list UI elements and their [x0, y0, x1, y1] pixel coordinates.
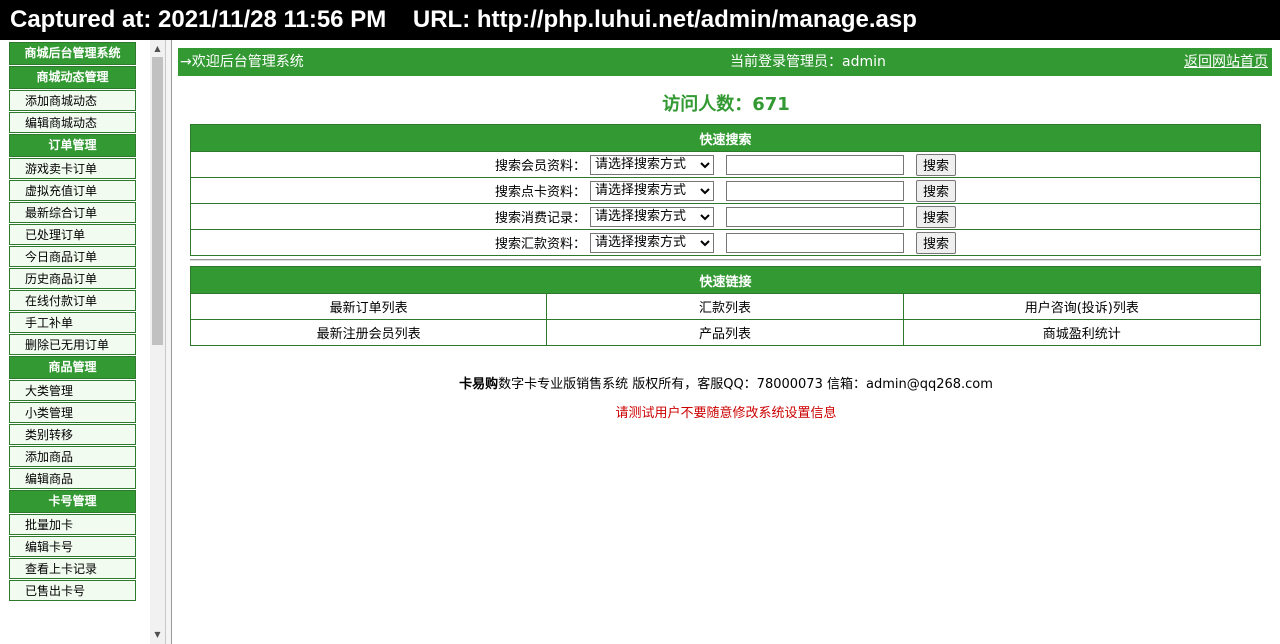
link-profit-stats[interactable]: 商城盈利统计: [902, 319, 1262, 346]
search-remittance-input[interactable]: [726, 232, 904, 253]
sidebar-item-game-card-orders[interactable]: 游戏卖卡订单: [9, 158, 136, 179]
sidebar-item-manual-order[interactable]: 手工补单: [9, 312, 136, 333]
link-product-list[interactable]: 产品列表: [546, 319, 904, 346]
sidebar-item-edit-cards[interactable]: 编辑卡号: [9, 536, 136, 557]
search-consumption-method-select[interactable]: 请选择搜索方式: [590, 206, 714, 227]
sidebar-scrollbar[interactable]: ▲ ▼: [150, 40, 165, 644]
search-members-input[interactable]: [726, 154, 904, 175]
sidebar-section-orders: 订单管理: [9, 134, 136, 157]
link-latest-orders[interactable]: 最新订单列表: [189, 293, 548, 320]
sidebar-section-cards: 卡号管理: [9, 490, 136, 513]
sidebar-item-delete-unused-orders[interactable]: 删除已无用订单: [9, 334, 136, 355]
footer-text: 数字卡专业版销售系统 版权所有，客服QQ：78000073 信箱：admin@q…: [498, 377, 993, 392]
scroll-down-icon[interactable]: ▼: [150, 628, 165, 642]
search-members-method-select[interactable]: 请选择搜索方式: [590, 154, 714, 175]
sidebar-item-minor-categories[interactable]: 小类管理: [9, 402, 136, 423]
quick-links-table: 快速链接 最新订单列表 汇款列表 用户咨询(投诉)列表 最新注册会员列表 产品列…: [189, 266, 1262, 346]
search-consumption-input[interactable]: [726, 206, 904, 227]
section-divider: [190, 259, 1261, 261]
scroll-thumb[interactable]: [152, 57, 163, 345]
search-cards-button[interactable]: 搜索: [916, 179, 957, 202]
capture-banner: Captured at: 2021/11/28 11:56 PM URL: ht…: [0, 0, 1280, 40]
search-remittance-label: 搜索汇款资料：: [494, 237, 586, 252]
sidebar-title: 商城后台管理系统: [9, 42, 136, 65]
link-new-members[interactable]: 最新注册会员列表: [189, 319, 548, 346]
search-row-cards: 搜索点卡资料： 请选择搜索方式 搜索: [190, 177, 1261, 204]
search-cards-label: 搜索点卡资料：: [494, 185, 586, 200]
sidebar-item-add-product[interactable]: 添加商品: [9, 446, 136, 467]
search-consumption-button[interactable]: 搜索: [916, 205, 957, 228]
sidebar-item-major-categories[interactable]: 大类管理: [9, 380, 136, 401]
sidebar-item-latest-orders[interactable]: 最新综合订单: [9, 202, 136, 223]
visitor-count: 访问人数：671: [662, 94, 790, 115]
sidebar-item-processed-orders[interactable]: 已处理订单: [9, 224, 136, 245]
footer-warning: 请测试用户不要随意修改系统设置信息: [615, 406, 837, 421]
quick-search-table: 快速搜索 搜索会员资料： 请选择搜索方式 搜索 搜索点卡资料： 请选择搜索方式 …: [190, 124, 1261, 256]
sidebar-item-online-payment-orders[interactable]: 在线付款订单: [9, 290, 136, 311]
search-cards-input[interactable]: [726, 180, 904, 201]
sidebar-section-news: 商城动态管理: [9, 66, 136, 89]
search-remittance-method-select[interactable]: 请选择搜索方式: [590, 232, 714, 253]
search-members-label: 搜索会员资料：: [494, 159, 586, 174]
frame-divider[interactable]: [165, 40, 172, 644]
search-members-button[interactable]: 搜索: [916, 153, 957, 176]
search-cards-method-select[interactable]: 请选择搜索方式: [590, 180, 714, 201]
scroll-up-icon[interactable]: ▲: [150, 42, 165, 56]
search-row-remittance: 搜索汇款资料： 请选择搜索方式 搜索: [190, 229, 1261, 256]
link-remittance-list[interactable]: 汇款列表: [546, 293, 904, 320]
top-bar: →欢迎后台管理系统 当前登录管理员：admin 返回网站首页: [178, 48, 1272, 76]
quick-links-title: 快速链接: [190, 266, 1261, 294]
sidebar-item-history-orders[interactable]: 历史商品订单: [9, 268, 136, 289]
sidebar-item-today-orders[interactable]: 今日商品订单: [9, 246, 136, 267]
welcome-text: →欢迎后台管理系统: [180, 54, 304, 70]
sidebar-item-edit-news[interactable]: 编辑商城动态: [9, 112, 136, 133]
sidebar-item-batch-add-cards[interactable]: 批量加卡: [9, 514, 136, 535]
quick-search-title: 快速搜索: [190, 124, 1261, 152]
search-row-consumption: 搜索消费记录： 请选择搜索方式 搜索: [190, 203, 1261, 230]
footer-brand: 卡易购: [459, 377, 499, 392]
sidebar-item-category-transfer[interactable]: 类别转移: [9, 424, 136, 445]
footer: 卡易购数字卡专业版销售系统 版权所有，客服QQ：78000073 信箱：admi…: [172, 373, 1280, 392]
sidebar: 商城后台管理系统 商城动态管理 添加商城动态 编辑商城动态 订单管理 游戏卖卡订…: [0, 40, 150, 644]
sidebar-item-virtual-recharge-orders[interactable]: 虚拟充值订单: [9, 180, 136, 201]
sidebar-item-add-news[interactable]: 添加商城动态: [9, 90, 136, 111]
sidebar-menu: 商城后台管理系统 商城动态管理 添加商城动态 编辑商城动态 订单管理 游戏卖卡订…: [9, 42, 136, 602]
sidebar-section-products: 商品管理: [9, 356, 136, 379]
main-content: →欢迎后台管理系统 当前登录管理员：admin 返回网站首页 访问人数：671 …: [172, 40, 1280, 644]
home-link[interactable]: 返回网站首页: [1184, 48, 1268, 76]
sidebar-item-sold-cards[interactable]: 已售出卡号: [9, 580, 136, 601]
search-remittance-button[interactable]: 搜索: [916, 231, 957, 254]
link-user-inquiries[interactable]: 用户咨询(投诉)列表: [902, 293, 1262, 320]
sidebar-item-edit-product[interactable]: 编辑商品: [9, 468, 136, 489]
search-consumption-label: 搜索消费记录：: [494, 211, 586, 226]
current-admin-text: 当前登录管理员：admin: [730, 54, 886, 70]
sidebar-item-card-upload-log[interactable]: 查看上卡记录: [9, 558, 136, 579]
search-row-members: 搜索会员资料： 请选择搜索方式 搜索: [190, 151, 1261, 178]
